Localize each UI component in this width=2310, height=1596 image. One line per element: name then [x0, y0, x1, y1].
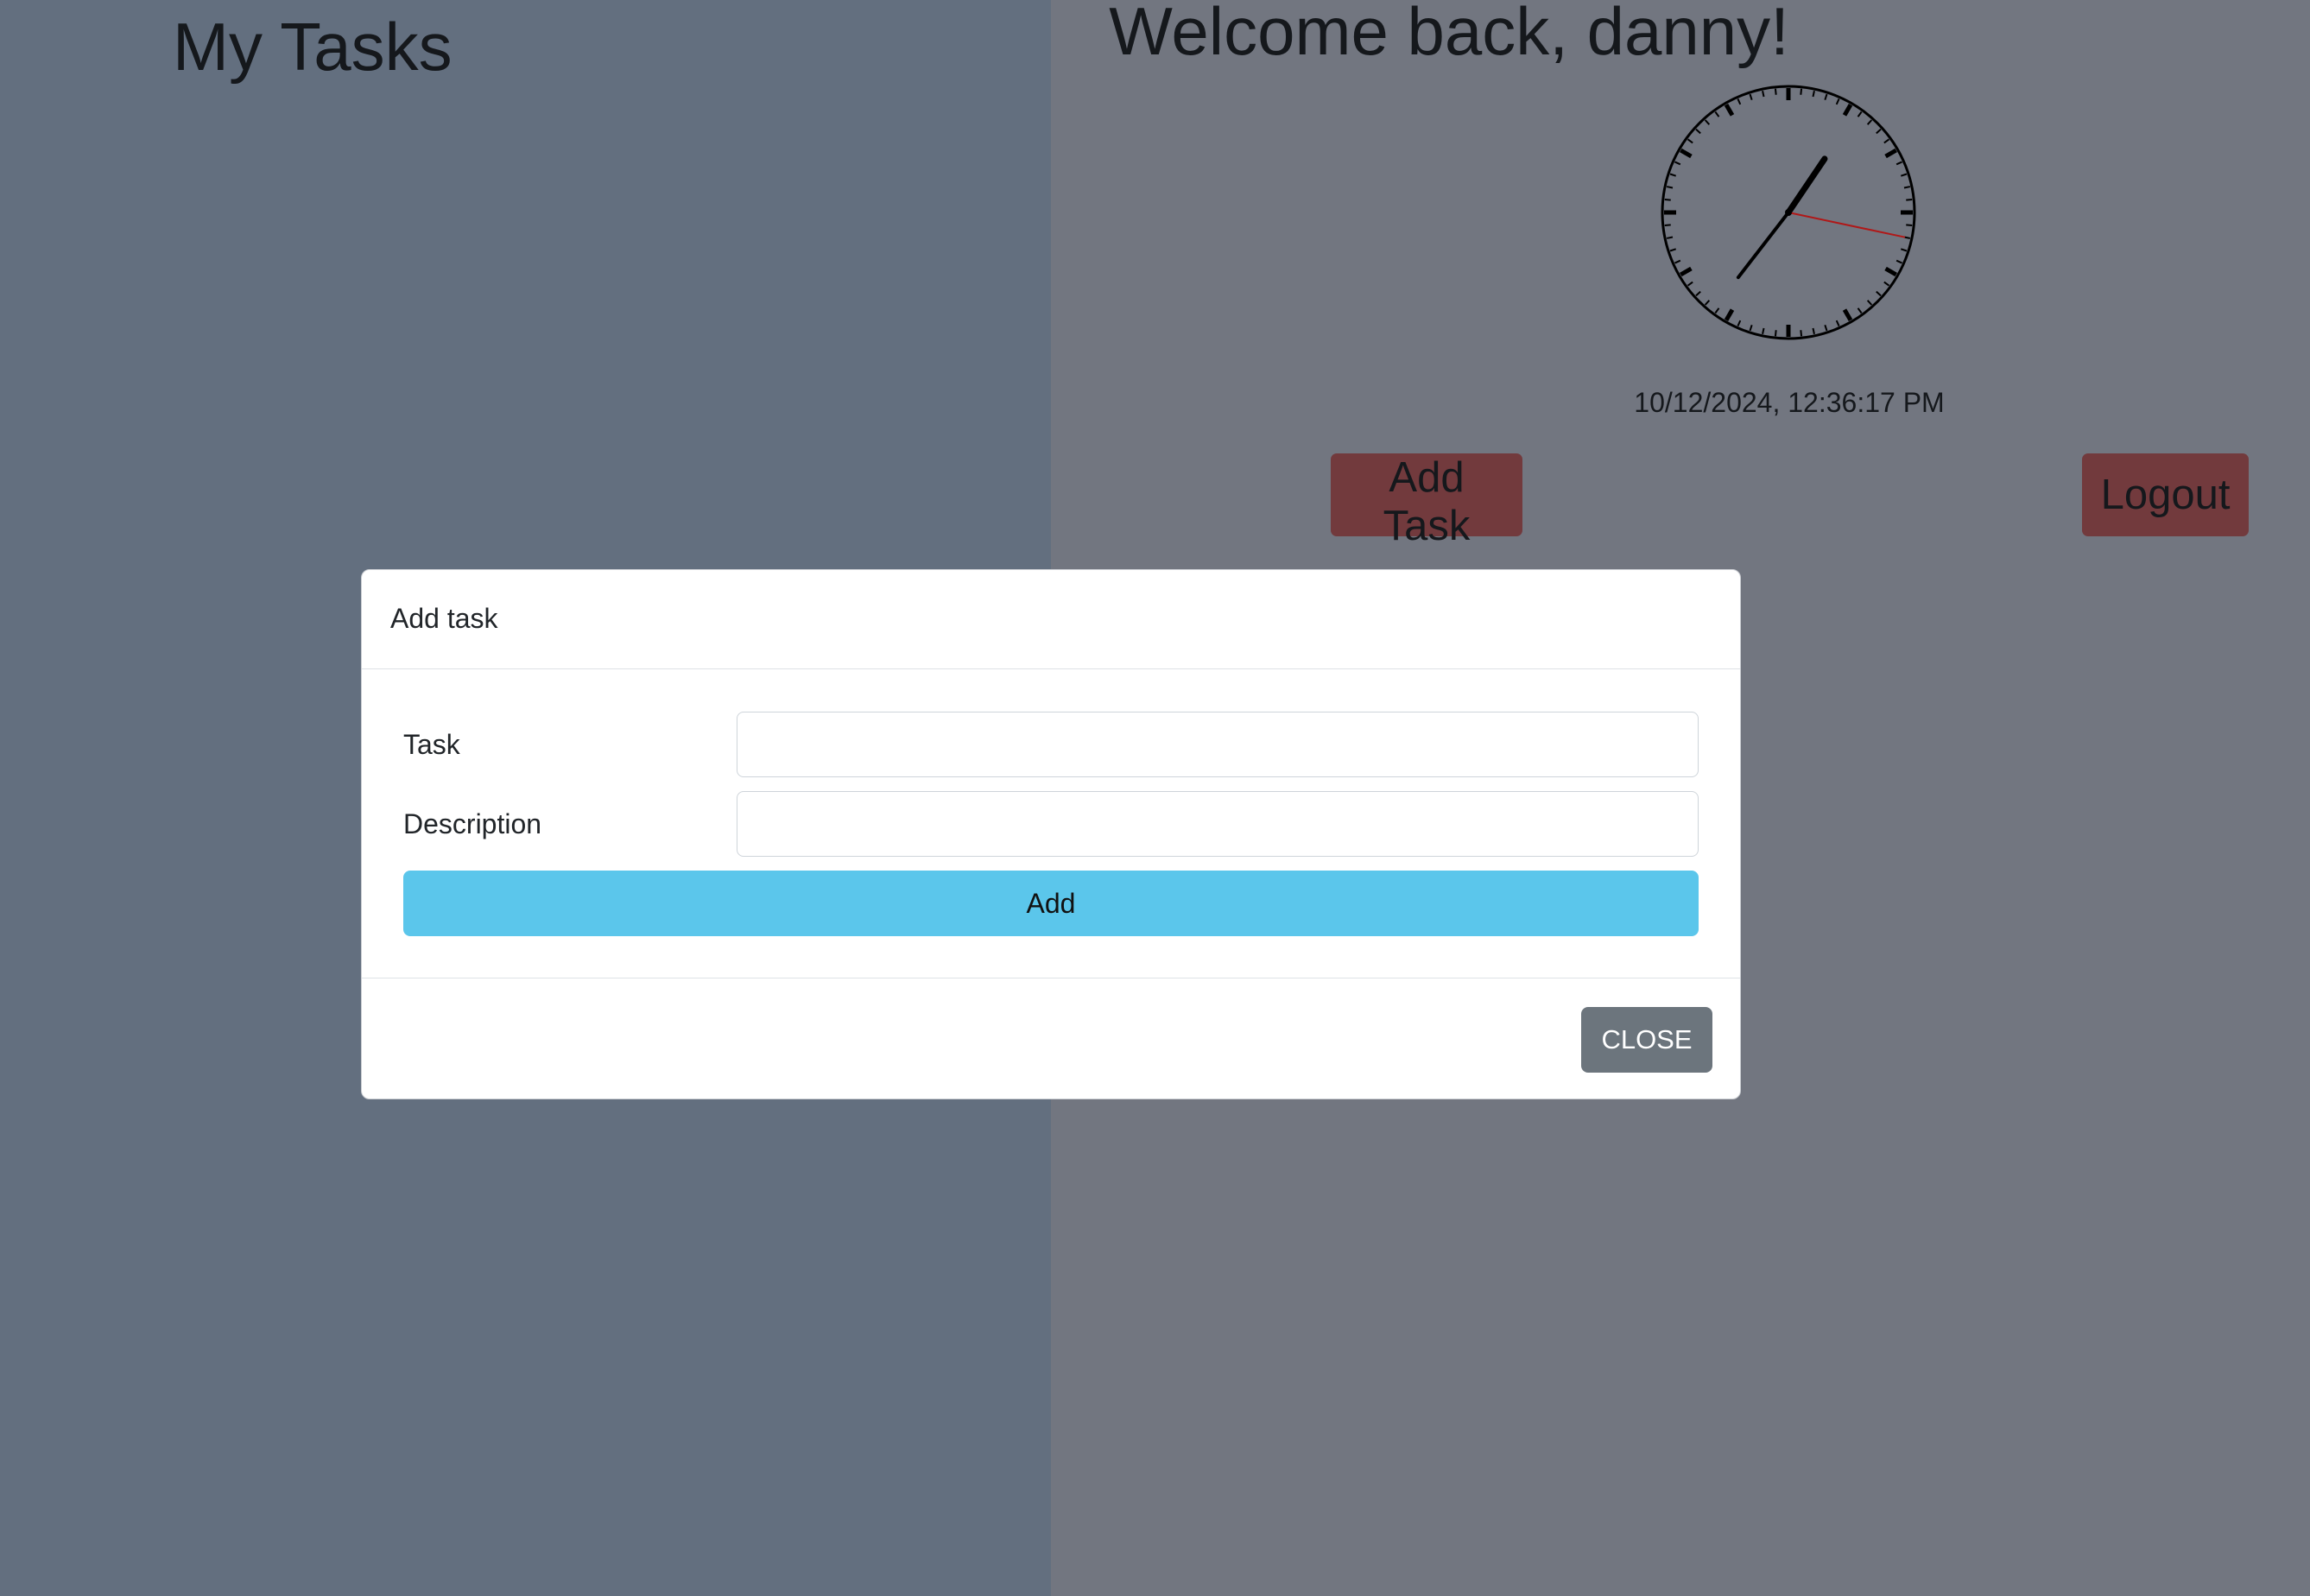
clock-tick [1866, 119, 1873, 125]
clock-tick [1876, 128, 1882, 135]
clock-tick [1695, 290, 1701, 297]
welcome-heading: Welcome back, danny! [1109, 0, 1789, 69]
clock-tick [1674, 259, 1681, 264]
clock-tick [1724, 104, 1735, 117]
modal-title: Add task [390, 603, 498, 634]
clock-tick [1774, 88, 1777, 95]
task-label: Task [403, 729, 460, 760]
clock-tick [1895, 259, 1902, 264]
current-datetime: 10/12/2024, 12:36:17 PM [1634, 387, 1945, 418]
clock-tick [1824, 324, 1828, 332]
clock-tick [1835, 320, 1840, 326]
clock-tick [1704, 119, 1711, 125]
clock-tick [1895, 161, 1902, 166]
clock-center [1785, 209, 1792, 216]
clock-tick [1666, 236, 1674, 239]
description-label: Description [403, 808, 542, 839]
clock-tick [1749, 93, 1753, 101]
clock-tick [1857, 307, 1863, 314]
logout-button[interactable]: Logout [2082, 453, 2249, 536]
clock-tick [1714, 111, 1720, 117]
clock-tick [1714, 307, 1720, 314]
clock-tick [1857, 111, 1863, 117]
add-task-button[interactable]: Add Task [1331, 453, 1522, 549]
task-form-row: Task [403, 712, 1699, 777]
clock-tick [1774, 330, 1777, 337]
clock-tick [1680, 148, 1693, 159]
clock-tick [1680, 266, 1693, 277]
add-submit-button[interactable]: Add [403, 871, 1699, 936]
analog-clock [1661, 85, 1916, 340]
clock-tick [1884, 266, 1897, 277]
clock-tick [1883, 281, 1890, 287]
clock-tick [1704, 300, 1711, 306]
clock-second-hand [1788, 212, 1906, 238]
clock-tick [1724, 308, 1735, 321]
clock-tick [1900, 173, 1908, 177]
clock-tick [1903, 236, 1911, 239]
app-page: My Tasks Welcome back, danny! 10/12/2024… [0, 0, 2310, 1596]
modal-footer: CLOSE [362, 978, 1740, 1099]
add-task-modal: Add task Task Description Add CLOSE [361, 569, 1741, 1099]
clock-minute-hand [1736, 211, 1790, 280]
clock-tick [1866, 300, 1873, 306]
clock-tick [1737, 320, 1742, 326]
clock-tick [1687, 138, 1693, 144]
clock-tick [1824, 93, 1828, 101]
close-button[interactable]: CLOSE [1581, 1007, 1712, 1073]
clock-hour-hand [1785, 155, 1828, 216]
clock-tick [1674, 161, 1681, 166]
clock-tick [1669, 173, 1677, 177]
clock-tick [1842, 104, 1853, 117]
clock-tick [1835, 98, 1840, 105]
clock-tick [1695, 128, 1701, 135]
task-input[interactable] [737, 712, 1699, 777]
description-input[interactable] [737, 791, 1699, 857]
clock-tick [1737, 98, 1742, 105]
modal-header: Add task [362, 570, 1740, 669]
clock-tick [1669, 248, 1677, 252]
clock-tick [1884, 148, 1897, 159]
clock-tick [1900, 248, 1908, 252]
clock-tick [1876, 290, 1882, 297]
clock-tick [1687, 281, 1693, 287]
page-title: My Tasks [173, 9, 453, 85]
clock-tick [1842, 308, 1853, 321]
clock-tick [1749, 324, 1753, 332]
description-form-row: Description [403, 791, 1699, 857]
clock-tick [1883, 138, 1890, 144]
